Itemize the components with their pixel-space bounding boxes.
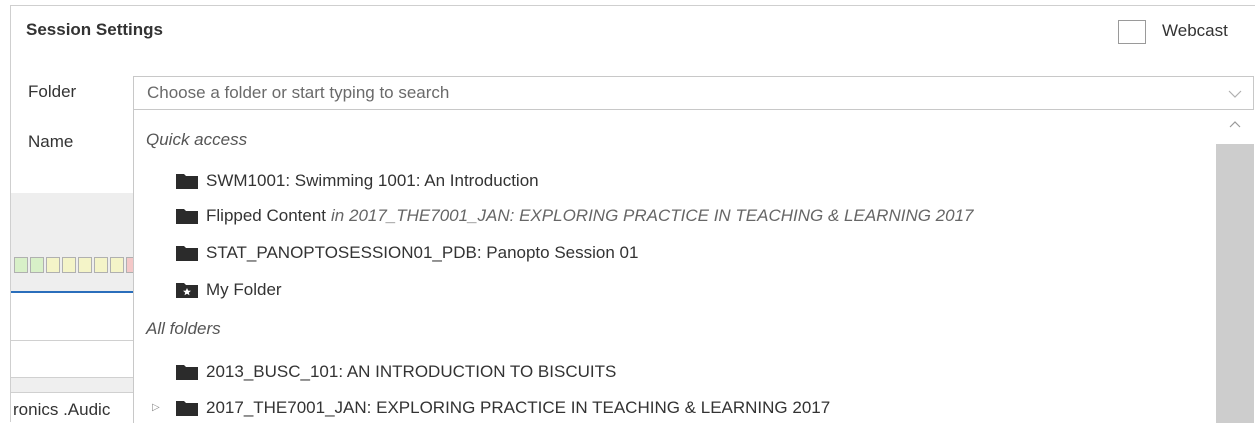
- name-label: Name: [28, 132, 74, 151]
- audio-level-meter: [14, 257, 140, 275]
- folder-placeholder: Choose a folder or start typing to searc…: [147, 83, 450, 102]
- chevron-up-icon: [1229, 121, 1241, 128]
- folder-option[interactable]: STAT_PANOPTOSESSION01_PDB: Panopto Sessi…: [176, 243, 638, 263]
- folder-option-name: My Folder: [206, 280, 282, 299]
- divider: [11, 377, 133, 392]
- folder-option-name: SWM1001: Swimming 1001: An Introduction: [206, 171, 539, 190]
- meter-segment: [46, 257, 60, 273]
- folder-option-name: 2013_BUSC_101: AN INTRODUCTION TO BISCUI…: [206, 362, 617, 381]
- quick-access-header: Quick access: [146, 130, 248, 149]
- audio-preview-area: [11, 193, 133, 291]
- folder-icon: [176, 365, 198, 380]
- folder-icon: [176, 246, 198, 261]
- folder-search-input[interactable]: Choose a folder or start typing to searc…: [133, 76, 1254, 110]
- folder-option-name: 2017_THE7001_JAN: EXPLORING PRACTICE IN …: [206, 398, 831, 417]
- folder-option[interactable]: SWM1001: Swimming 1001: An Introduction: [176, 171, 539, 191]
- panel-title: Session Settings: [26, 20, 163, 39]
- webcast-label: Webcast: [1162, 21, 1228, 40]
- divider: [11, 340, 133, 341]
- scrollbar-thumb[interactable]: [1216, 144, 1254, 423]
- folder-option-name: Flipped Content: [206, 206, 327, 225]
- all-folders-header: All folders: [146, 319, 221, 338]
- folder-option[interactable]: My Folder: [176, 280, 282, 300]
- meter-segment: [14, 257, 28, 273]
- folder-dropdown[interactable]: Quick access SWM1001: Swimming 1001: An …: [133, 110, 1254, 423]
- scroll-up-button[interactable]: [1216, 110, 1254, 144]
- folder-label: Folder: [28, 82, 77, 101]
- meter-segment: [78, 257, 92, 273]
- folder-option[interactable]: Flipped Content in 2017_THE7001_JAN: EXP…: [176, 206, 974, 226]
- folder-icon: [176, 401, 198, 416]
- webcast-checkbox[interactable]: [1118, 20, 1146, 44]
- folder-star-icon: [176, 283, 198, 298]
- meter-segment: [110, 257, 124, 273]
- source-name-text: ronics .Audic: [13, 400, 111, 419]
- folder-icon: [176, 174, 198, 189]
- folder-icon: [176, 209, 198, 224]
- folder-option[interactable]: 2013_BUSC_101: AN INTRODUCTION TO BISCUI…: [176, 362, 616, 382]
- chevron-down-icon[interactable]: [1227, 86, 1243, 102]
- folder-option-name: STAT_PANOPTOSESSION01_PDB: Panopto Sessi…: [206, 243, 639, 262]
- folder-option-context: in 2017_THE7001_JAN: EXPLORING PRACTICE …: [331, 206, 974, 225]
- meter-segment: [30, 257, 44, 273]
- expand-triangle-icon[interactable]: ▷: [152, 402, 160, 413]
- divider: [11, 392, 133, 393]
- meter-segment: [94, 257, 108, 273]
- meter-segment: [62, 257, 76, 273]
- folder-option[interactable]: 2017_THE7001_JAN: EXPLORING PRACTICE IN …: [176, 398, 830, 418]
- tab-underline: [11, 291, 133, 293]
